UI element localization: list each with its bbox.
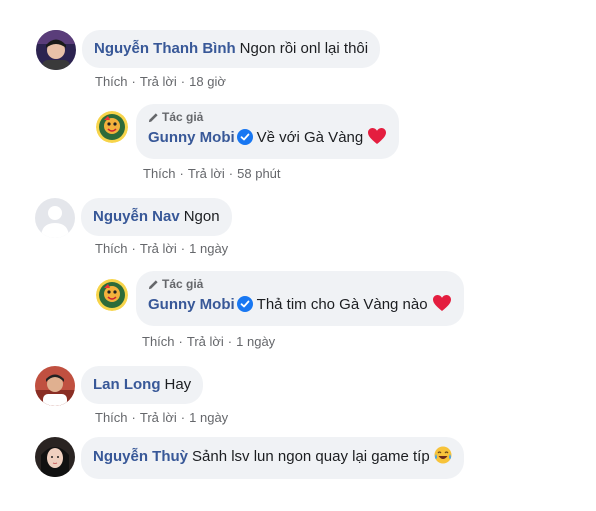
comment-bubble: Nguyễn Thuỳ Sảnh lsv lun ngon quay lại ga… xyxy=(81,437,464,479)
role-label: Tác giả xyxy=(162,277,204,291)
comment-bubble: Nguyễn Thanh Bình Ngon rồi onl lại thôi xyxy=(82,30,381,68)
comment: Nguyễn Thuỳ Sảnh lsv lun ngon quay lại ga… xyxy=(35,437,464,479)
comment-bubble: Lan Long Hay xyxy=(81,366,204,404)
comment-text: Ngon xyxy=(183,208,220,225)
comment: Nguyễn Thanh Bình Ngon rồi onl lại thôi xyxy=(36,30,381,70)
separator-dot: · xyxy=(228,166,234,181)
comment-text: Về với Gà Vàng xyxy=(256,129,364,146)
comment-bubble: Tác giả Gunny Mobi Về với Gà Vàng xyxy=(136,104,400,159)
heart-icon xyxy=(432,294,452,318)
comment-actions: Thích · Trả lời · 1 ngày xyxy=(95,410,228,425)
separator-dot: · xyxy=(180,410,186,425)
comment-actions: Thích · Trả lời · 18 giờ xyxy=(95,74,226,89)
laughing-tears-icon xyxy=(434,446,452,470)
comment-actions: Thích · Trả lời · 1 ngày xyxy=(142,334,275,349)
comment-time[interactable]: 1 ngày xyxy=(189,241,228,256)
like-link[interactable]: Thích xyxy=(95,241,128,256)
separator-dot: · xyxy=(179,166,184,181)
comment-actions: Thích · Trả lời · 1 ngày xyxy=(95,241,228,256)
like-link[interactable]: Thích xyxy=(95,74,128,89)
like-link[interactable]: Thích xyxy=(143,166,176,181)
reply-link[interactable]: Trả lời xyxy=(187,334,224,349)
comment-actions: Thích · Trả lời · 58 phút xyxy=(143,166,281,181)
comment: Nguyễn Nav Ngon xyxy=(35,198,232,238)
avatar[interactable] xyxy=(35,198,75,238)
comment-time[interactable]: 1 ngày xyxy=(236,334,275,349)
reply-comment: Tác giả Gunny Mobi Thả tim cho Gà Vàng nà… xyxy=(96,271,464,326)
avatar[interactable] xyxy=(96,279,128,311)
pencil-icon xyxy=(148,113,158,123)
verified-badge-icon xyxy=(236,129,253,151)
comment-author[interactable]: Nguyễn Thanh Bình xyxy=(94,40,236,57)
comment-text: Sảnh lsv lun ngon quay lại game típ xyxy=(192,448,430,465)
separator-dot: · xyxy=(178,334,183,349)
author-role-badge: Tác giả xyxy=(148,110,387,125)
comment-text: Thả tim cho Gà Vàng nào xyxy=(256,296,428,313)
reply-comment: Tác giả Gunny Mobi Về với Gà Vàng xyxy=(96,104,400,159)
role-label: Tác giả xyxy=(162,110,204,124)
separator-dot: · xyxy=(131,410,136,425)
reply-link[interactable]: Trả lời xyxy=(140,74,177,89)
comment-author[interactable]: Lan Long xyxy=(93,376,161,393)
separator-dot: · xyxy=(131,74,136,89)
like-link[interactable]: Thích xyxy=(95,410,128,425)
author-role-badge: Tác giả xyxy=(148,277,452,292)
avatar[interactable] xyxy=(35,437,75,477)
like-link[interactable]: Thích xyxy=(142,334,175,349)
avatar[interactable] xyxy=(96,111,128,143)
reply-link[interactable]: Trả lời xyxy=(140,410,177,425)
separator-dot: · xyxy=(180,241,186,256)
comment-bubble: Tác giả Gunny Mobi Thả tim cho Gà Vàng nà… xyxy=(136,271,464,326)
comment-author[interactable]: Nguyễn Thuỳ xyxy=(93,448,188,465)
comment-author[interactable]: Gunny Mobi xyxy=(148,296,235,313)
avatar[interactable] xyxy=(35,366,75,406)
comment-time[interactable]: 1 ngày xyxy=(189,410,228,425)
reply-link[interactable]: Trả lời xyxy=(188,166,225,181)
comment-author[interactable]: Nguyễn Nav xyxy=(93,208,180,225)
comment-time[interactable]: 58 phút xyxy=(237,166,280,181)
comment-bubble: Nguyễn Nav Ngon xyxy=(81,198,232,236)
comment: Lan Long Hay xyxy=(35,366,204,406)
verified-badge-icon xyxy=(236,296,253,318)
separator-dot: · xyxy=(227,334,233,349)
separator-dot: · xyxy=(131,241,136,256)
separator-dot: · xyxy=(180,74,186,89)
avatar[interactable] xyxy=(36,30,76,70)
heart-icon xyxy=(367,127,387,151)
comment-text: Hay xyxy=(164,376,192,393)
comment-text: Ngon rồi onl lại thôi xyxy=(239,40,369,57)
comment-time[interactable]: 18 giờ xyxy=(189,74,226,89)
comment-author[interactable]: Gunny Mobi xyxy=(148,129,235,146)
pencil-icon xyxy=(148,280,158,290)
reply-link[interactable]: Trả lời xyxy=(140,241,177,256)
